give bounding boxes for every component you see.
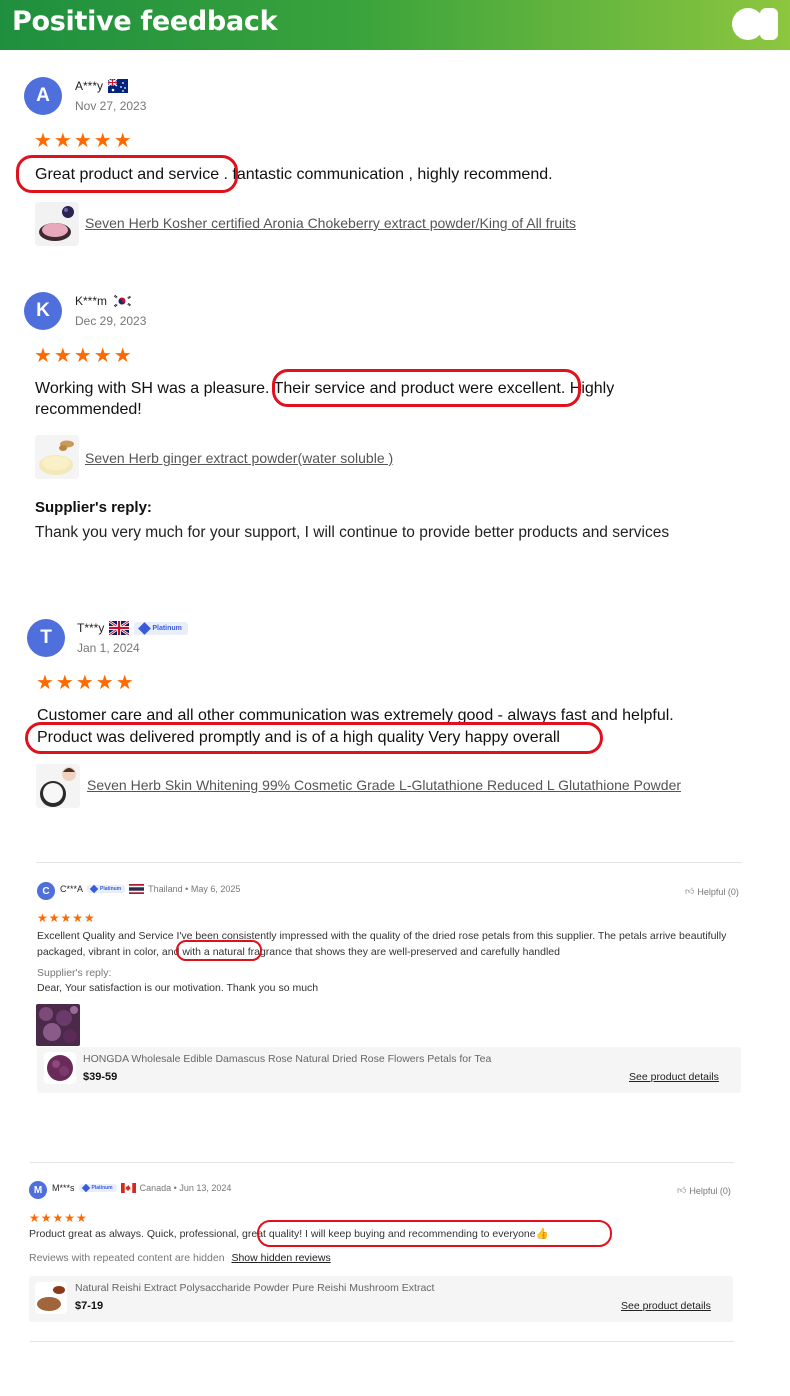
south-korea-flag-icon <box>112 294 133 308</box>
product-price: $7-19 <box>75 1300 104 1312</box>
product-thumbnail[interactable] <box>44 1052 76 1084</box>
highlight-circle <box>272 369 581 407</box>
avatar: K <box>24 292 62 330</box>
see-product-details-link[interactable]: See product details <box>629 1071 719 1083</box>
product-thumbnail[interactable] <box>35 435 79 479</box>
star-rating: ★★★★★ <box>36 672 136 694</box>
supplier-reply-heading: Supplier's reply: <box>37 967 112 979</box>
platinum-badge: Platinum <box>78 1183 117 1193</box>
review-photo[interactable] <box>36 1004 80 1046</box>
highlight-circle <box>176 940 262 961</box>
highlight-circle <box>16 155 238 193</box>
star-rating: ★★★★★ <box>29 1211 88 1225</box>
reviewer-name: T***y Platinum <box>77 621 188 635</box>
product-thumbnail[interactable] <box>35 1282 67 1314</box>
diamond-icon <box>89 884 99 894</box>
platinum-badge: Platinum <box>87 884 126 894</box>
uk-flag-icon <box>109 621 130 635</box>
product-link[interactable]: Seven Herb Kosher certified Aronia Choke… <box>85 215 576 231</box>
page-title: Positive feedback <box>12 6 278 37</box>
highlight-circle <box>257 1220 612 1247</box>
page-banner: Positive feedback <box>0 0 790 50</box>
divider <box>30 1162 734 1163</box>
product-link[interactable]: Seven Herb Skin Whitening 99% Cosmetic G… <box>87 777 681 793</box>
product-link[interactable]: Seven Herb ginger extract powder(water s… <box>85 450 393 466</box>
review-date: Jan 1, 2024 <box>77 641 140 655</box>
product-thumbnail[interactable] <box>36 764 80 808</box>
avatar: A <box>24 77 62 115</box>
brand-logo <box>732 8 778 40</box>
see-product-details-link[interactable]: See product details <box>621 1300 711 1312</box>
australia-flag-icon <box>108 79 129 93</box>
platinum-badge: Platinum <box>134 621 188 635</box>
review-text: Excellent Quality and Service I've been … <box>37 930 727 958</box>
product-name[interactable]: HONGDA Wholesale Edible Damascus Rose Na… <box>83 1053 491 1065</box>
avatar: M <box>29 1181 47 1199</box>
review-date: Dec 29, 2023 <box>75 314 147 328</box>
reviewer-name: C***A Platinum Thailand • May 6, 2025 <box>60 884 241 894</box>
star-rating: ★★★★★ <box>37 911 96 925</box>
thumbs-up-icon: 👍︎ <box>685 886 695 896</box>
thailand-flag-icon <box>129 884 145 894</box>
reviewer-name: M***s Platinum Canada • Jun 13, 2024 <box>52 1183 232 1193</box>
supplier-reply-heading: Supplier's reply: <box>35 499 152 516</box>
show-hidden-reviews-link[interactable]: Show hidden reviews <box>231 1252 330 1264</box>
highlight-circle <box>25 722 603 754</box>
avatar: C <box>37 882 55 900</box>
review-date: Nov 27, 2023 <box>75 99 147 113</box>
supplier-reply-text: Thank you very much for your support, I … <box>35 524 670 541</box>
reviewer-name: A***y <box>75 79 129 93</box>
product-thumbnail[interactable] <box>35 202 79 246</box>
helpful-button[interactable]: 👍︎ Helpful (0) <box>685 886 739 897</box>
product-price: $39-59 <box>83 1071 118 1083</box>
diamond-icon <box>138 621 152 635</box>
star-rating: ★★★★★ <box>34 345 134 367</box>
hidden-reviews-note: Reviews with repeated content are hidden… <box>29 1252 331 1264</box>
avatar: T <box>27 619 65 657</box>
supplier-reply-text: Dear, Your satisfaction is our motivatio… <box>37 982 319 994</box>
divider <box>36 862 742 863</box>
canada-flag-icon <box>120 1183 136 1193</box>
product-name[interactable]: Natural Reishi Extract Polysaccharide Po… <box>75 1282 434 1294</box>
star-rating: ★★★★★ <box>34 130 134 152</box>
divider <box>30 1341 734 1342</box>
reviewer-name: K***m <box>75 294 133 308</box>
thumbs-up-icon: 👍︎ <box>677 1185 687 1195</box>
diamond-icon <box>81 1183 90 1193</box>
helpful-button[interactable]: 👍︎ Helpful (0) <box>677 1185 731 1196</box>
